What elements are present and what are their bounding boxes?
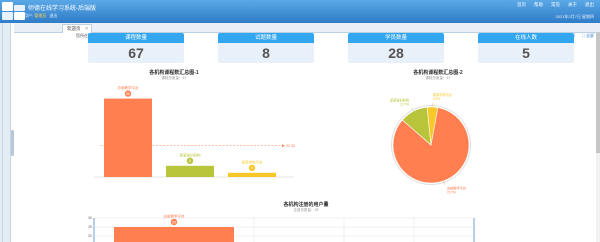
tab-label: 欢迎页	[67, 26, 81, 31]
tab-welcome[interactable]: 欢迎页 ✕	[62, 24, 92, 33]
logo-block	[2, 2, 13, 11]
bar-value-label: 3	[251, 166, 253, 170]
y-tick-label: 25	[88, 225, 92, 229]
pie-slice-percent: 9.6%	[433, 97, 440, 101]
app-logo	[2, 1, 26, 21]
bar-value-label: 8	[189, 159, 191, 163]
user-prefix: 用户:	[24, 13, 34, 18]
date-display: 2021年2月7日 星期四	[555, 14, 594, 19]
chart3-bar	[114, 227, 234, 242]
markline-arrow	[282, 144, 285, 148]
nav-divider	[2, 23, 3, 242]
main-content: 您所在的位置：欢迎页 ⟳ 刷新 ⛶ 全屏 课程数量 67 试题数量 8 学员数量…	[14, 33, 600, 242]
y-tick-label: 20	[88, 234, 92, 238]
bar-category-label: 某某培训机构	[180, 152, 201, 157]
logo-block	[14, 5, 25, 11]
app-header: 师德在线学习系统-后端版 首页 帮助 常见 关于 退出 用户: 管理员 退出 2…	[0, 0, 600, 23]
chart3-value-label: 25	[172, 220, 176, 224]
close-icon[interactable]: ✕	[85, 25, 89, 33]
home-link[interactable]: 首页	[517, 2, 526, 8]
pie-slice-percent: 76.7%	[447, 190, 456, 194]
user-info: 用户: 管理员 退出	[24, 13, 57, 19]
logout-link[interactable]: 退出	[585, 2, 594, 8]
bar-2	[166, 165, 214, 177]
bar-3	[228, 172, 276, 177]
scroll-thumb[interactable]	[596, 33, 600, 153]
pie-slice-percent: 13.7%	[400, 102, 409, 106]
top-links: 首页 帮助 常见 关于 退出	[517, 2, 594, 8]
chart3-category-label: 总部教学平台	[164, 214, 185, 219]
bar-category-label: 总部教学平台	[118, 85, 139, 90]
course-bar-chart: 56总部教学平台8某某培训机构3某某学校平台22.33总部教学平台76.7%某某…	[88, 85, 475, 242]
help-link[interactable]: 帮助	[534, 2, 543, 8]
bar-value-label: 56	[126, 92, 130, 96]
about-link[interactable]: 关于	[568, 2, 577, 8]
bar-1	[104, 98, 152, 177]
y-tick-label: 30	[88, 216, 92, 220]
user-role: 管理员	[34, 13, 47, 18]
bar-category-label: 某某学校平台	[242, 159, 263, 164]
faq-link[interactable]: 常见	[551, 2, 560, 8]
tab-bar: 欢迎页 ✕	[14, 23, 600, 33]
app-title: 师德在线学习系统-后端版	[28, 6, 96, 12]
logo-block	[2, 12, 13, 20]
markline-value: 22.33	[286, 144, 295, 148]
exit-link[interactable]: 退出	[49, 13, 57, 18]
scrollbar[interactable]	[596, 33, 600, 242]
left-nav-strip	[0, 23, 11, 242]
